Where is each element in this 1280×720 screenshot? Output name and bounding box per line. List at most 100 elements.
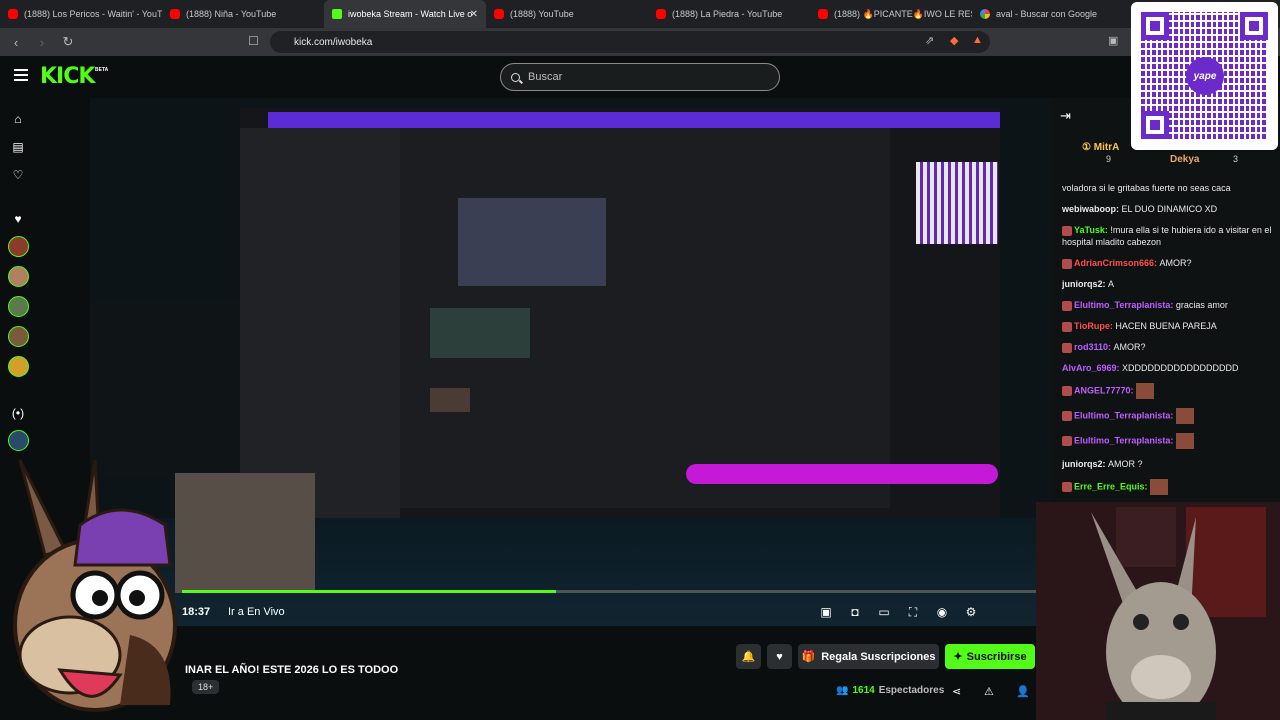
chat-message: webiwaboop: EL DUO DINAMICO XD (1062, 203, 1274, 215)
back-icon[interactable]: ‹ (6, 32, 26, 52)
google-icon (980, 9, 990, 19)
chat-badge-icon (1062, 436, 1072, 446)
stream-mini-chat (90, 298, 240, 478)
viewer-count: 👥 1614 Espectadores (836, 685, 945, 696)
share-icon[interactable]: ⋖ (952, 685, 961, 698)
chat-username[interactable]: YaTusk: (1074, 225, 1110, 235)
channel-avatar[interactable] (8, 430, 29, 451)
chat-message: rod3110: AMOR? (1062, 341, 1274, 353)
gift-subs-button[interactable]: 🎁 Regala Suscripciones (798, 644, 939, 669)
url-bar[interactable]: kick.com/iwobeka (270, 31, 990, 53)
notifications-button[interactable]: 🔔 (736, 644, 761, 669)
users-icon: 👥 (836, 685, 849, 696)
theater-icon[interactable]: ▭ (876, 604, 892, 620)
quality-icon[interactable]: ◉ (934, 604, 950, 620)
channel-avatar[interactable] (8, 296, 29, 317)
beta-badge: BETA (95, 67, 109, 73)
browser-tab[interactable]: (1888) YouTube (486, 0, 648, 28)
leaderboard-first-count: 9 (1106, 154, 1112, 164)
bookmark-icon[interactable]: ☐ (248, 34, 259, 48)
channel-avatar[interactable] (8, 356, 29, 377)
chat-username[interactable]: Erre_Erre_Equis: (1074, 481, 1150, 491)
channel-avatar[interactable] (8, 266, 29, 287)
chat-username[interactable]: Elultimo_Terraplanista: (1074, 300, 1176, 310)
browser-tab-active[interactable]: iwobeka Stream - Watch Live o ✕ (324, 0, 486, 28)
browser-tab[interactable]: aval - Buscar con Google (972, 0, 1134, 28)
bell-icon: 🔔 (741, 651, 756, 663)
kick-logo[interactable]: KICK (40, 64, 95, 89)
chat-text: XDDDDDDDDDDDDDDDDD (1122, 363, 1239, 373)
forward-icon[interactable]: › (32, 32, 52, 52)
chat-username[interactable]: ANGEL77770: (1074, 385, 1136, 395)
donkey-mask-person (1036, 502, 1280, 720)
home-icon[interactable]: ⌂ (11, 112, 25, 126)
stream-banner-pink (686, 464, 998, 484)
chat-username[interactable]: webiwaboop: (1062, 204, 1122, 214)
browse-icon[interactable]: ▤ (11, 140, 25, 154)
user-add-icon[interactable]: 👤 (1016, 685, 1030, 698)
chat-username[interactable]: Elultimo_Terraplanista: (1074, 410, 1176, 420)
settings-icon[interactable]: ⚙ (963, 604, 979, 620)
subscribe-button[interactable]: ✦ Suscribirse (945, 644, 1035, 669)
go-live-button[interactable]: Ir a En Vivo (228, 606, 285, 618)
reload-icon[interactable]: ↻ (58, 32, 78, 52)
sparkle-icon: ✦ (953, 651, 963, 663)
browser-tab[interactable]: (1888) La Piedra - YouTube (648, 0, 810, 28)
collapse-chat-icon[interactable]: ⇥ (1060, 108, 1071, 124)
chat-username[interactable]: Elultimo_Terraplanista: (1074, 435, 1176, 445)
stream-banner (268, 112, 1000, 128)
leaderboard-first: ① MitrA (1082, 142, 1120, 153)
chat-badge-icon (1062, 342, 1072, 353)
share-icon[interactable]: ⇗ (925, 34, 934, 47)
chat-username[interactable]: juniorqs2: (1062, 279, 1108, 289)
camera-icon[interactable]: ◘ (847, 604, 863, 620)
brave-shield-icon[interactable]: ◆ (950, 34, 958, 47)
youtube-icon (656, 9, 666, 19)
live-icon[interactable]: (•) (11, 406, 25, 420)
stream-discord-sidebar (240, 128, 400, 518)
browser-tab[interactable]: (1888) 🔥PICANTE🔥IWO LE RESPON (810, 0, 972, 28)
chat-username[interactable]: TioRupe: (1074, 321, 1115, 331)
leaderboard-second: Dekya (1170, 154, 1200, 165)
streamer-camera (175, 473, 315, 593)
menu-icon[interactable] (14, 69, 28, 81)
chat-username[interactable]: AlvAro_6969: (1062, 363, 1122, 373)
youtube-icon (494, 9, 504, 19)
clip-icon[interactable]: ▣ (818, 604, 834, 620)
chat-text: A (1108, 279, 1115, 289)
search-input[interactable]: Buscar (500, 63, 780, 91)
channel-avatar[interactable] (8, 326, 29, 347)
video-player[interactable]: 18:37 Ir a En Vivo ▣ ◘ ▭ ⛶ ◉ ⚙ (90, 98, 1052, 626)
chat-username[interactable]: rod3110: (1074, 342, 1114, 352)
sidebar-toggle-icon[interactable]: ▣ (1108, 34, 1118, 47)
chat-badge-icon (1062, 225, 1072, 236)
close-tab-icon[interactable]: ✕ (470, 9, 478, 20)
browser-tab[interactable]: (1888) Niña - YouTube (162, 0, 324, 28)
emote-icon (1150, 479, 1169, 495)
chat-username[interactable]: juniorqs2: (1062, 459, 1108, 469)
chat-message: Elultimo_Terraplanista: gracias amor (1062, 299, 1274, 311)
chat-text: AMOR? (1159, 258, 1192, 268)
heart-icon[interactable]: ♥ (11, 212, 25, 226)
progress-bar[interactable] (182, 590, 1052, 593)
donkey-cartoon-overlay (13, 459, 177, 712)
browser-tab[interactable]: (1888) Los Pericos - Waitin' - YouTub (0, 0, 162, 28)
chat-badge-icon (1062, 321, 1072, 332)
fullscreen-icon[interactable]: ⛶ (905, 604, 921, 620)
report-icon[interactable]: ⚠ (984, 685, 994, 698)
progress-fill (182, 590, 557, 593)
emote-icon (1175, 408, 1194, 424)
following-icon[interactable]: ♡ (11, 168, 25, 182)
qr-code: yape (1141, 12, 1268, 139)
brave-rewards-icon[interactable]: ▲ (972, 34, 983, 46)
follow-button[interactable]: ♥ (767, 644, 792, 669)
emote-icon (1136, 383, 1155, 399)
chat-message: Elultimo_Terraplanista: (1062, 408, 1274, 424)
stream-thumbnail (430, 388, 470, 412)
chat-username[interactable]: AdrianCrimson666: (1074, 258, 1160, 268)
leaderboard-second-count: 3 (1233, 154, 1239, 164)
stream-title: INAR EL AÑO! ESTE 2026 LO ES TODOO (185, 664, 399, 676)
emote-icon (1175, 433, 1194, 449)
chat-message: TioRupe: HACEN BUENA PAREJA (1062, 320, 1274, 332)
channel-avatar[interactable] (8, 236, 29, 257)
